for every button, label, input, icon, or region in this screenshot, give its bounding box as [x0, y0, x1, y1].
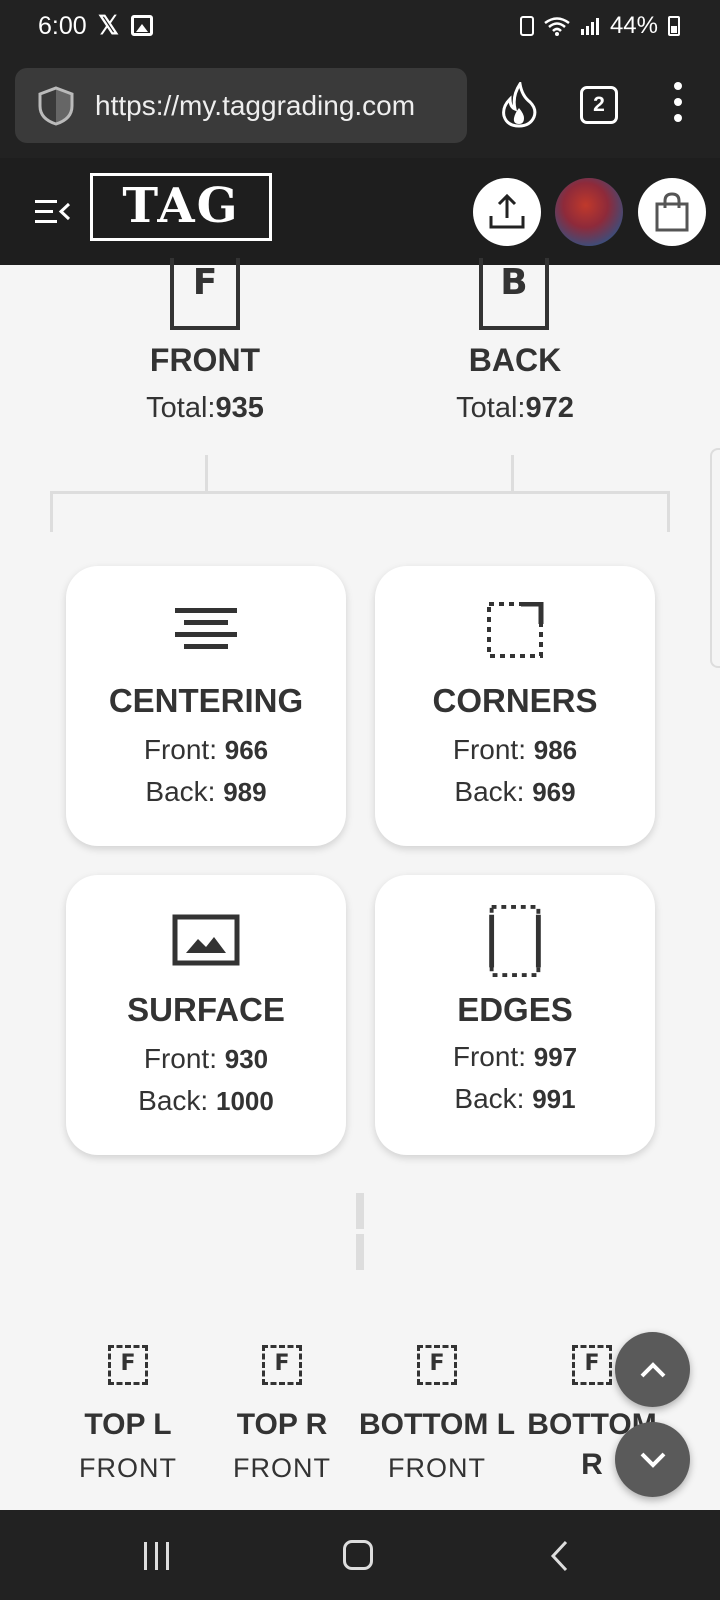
divider-bar: [356, 1234, 364, 1270]
url-text[interactable]: https://my.taggrading.com: [95, 90, 460, 122]
scroll-up-button[interactable]: [615, 1332, 690, 1407]
chevron-up-icon: [640, 1362, 666, 1378]
centering-card[interactable]: CENTERING Front: 966 Back: 989: [66, 566, 346, 846]
menu-collapse-icon[interactable]: [35, 198, 71, 226]
back-icon[interactable]: [550, 1540, 570, 1572]
fire-icon[interactable]: [500, 82, 538, 128]
x-app-icon: 𝕏: [98, 10, 119, 40]
front-total-value: 935: [215, 392, 264, 424]
front-corner-icon: F: [262, 1345, 302, 1385]
tag-logo[interactable]: TAG: [90, 173, 272, 241]
front-total-label: Total:: [146, 392, 216, 424]
connector-line: [50, 491, 670, 494]
front-title: FRONT: [149, 342, 261, 378]
position-side: FRONT: [233, 1453, 331, 1483]
signal-icon: [580, 18, 599, 35]
centering-front-value: 966: [224, 735, 269, 765]
battery-percent: 44%: [609, 12, 658, 39]
centering-icon: [175, 608, 237, 649]
surface-card[interactable]: SURFACE Front: 930 Back: 1000: [66, 875, 346, 1155]
centering-back-value: 989: [223, 777, 267, 807]
position-side: FRONT: [388, 1453, 486, 1483]
address-bar[interactable]: https://my.taggrading.com: [15, 68, 467, 143]
front-total: Total:935: [85, 392, 325, 425]
shopping-bag-button[interactable]: [638, 178, 706, 246]
battery-saver-icon: [519, 16, 534, 36]
shopping-bag-icon: [655, 192, 689, 232]
connector-line: [205, 455, 208, 491]
browser-toolbar: https://my.taggrading.com 2: [0, 56, 720, 158]
surface-back-value: 1000: [215, 1086, 274, 1116]
scroll-down-button[interactable]: [615, 1422, 690, 1497]
edges-front: Front: 997: [375, 1041, 655, 1073]
upload-icon: [489, 193, 525, 229]
position-top-left[interactable]: F TOP L FRONT: [48, 1345, 208, 1484]
upload-button[interactable]: [473, 178, 541, 246]
connector-line: [50, 491, 53, 532]
shield-icon: [38, 86, 74, 126]
centering-back: Back: 989: [66, 776, 346, 808]
centering-front: Front: 966: [66, 734, 346, 766]
corners-icon: [487, 602, 544, 658]
front-label: Front:: [452, 734, 526, 765]
position-title: BOTTOM L: [358, 1408, 516, 1441]
position-bottom-left[interactable]: F BOTTOM L FRONT: [357, 1345, 517, 1484]
home-icon[interactable]: [343, 1540, 373, 1570]
corners-card[interactable]: CORNERS Front: 986 Back: 969: [375, 566, 655, 846]
position-title: TOP R: [236, 1408, 328, 1441]
gallery-icon: [131, 15, 153, 36]
front-corner-icon: F: [572, 1345, 612, 1385]
connector-line: [511, 455, 514, 491]
avatar[interactable]: [555, 178, 623, 246]
position-side: FRONT: [79, 1453, 177, 1483]
site-header: TAG: [0, 158, 720, 265]
front-corner-icon: F: [108, 1345, 148, 1385]
corners-front-value: 986: [533, 735, 578, 765]
surface-front: Front: 930: [66, 1043, 346, 1075]
back-total: Total:972: [395, 392, 635, 425]
surface-back: Back: 1000: [66, 1085, 346, 1117]
edges-title: EDGES: [457, 991, 573, 1028]
corners-back-value: 969: [532, 777, 576, 807]
image-surface-icon: [172, 914, 240, 966]
wifi-icon: [544, 17, 570, 36]
back-side-icon: B: [479, 258, 549, 330]
surface-front-value: 930: [224, 1044, 269, 1074]
system-nav-bar: [0, 1510, 720, 1600]
connector-line: [667, 491, 670, 532]
front-label: Front:: [143, 734, 217, 765]
edges-icon: [489, 905, 541, 978]
back-label: Back:: [138, 1085, 209, 1116]
corners-front: Front: 986: [375, 734, 655, 766]
clock: 6:00: [38, 12, 87, 40]
divider-bar: [356, 1193, 364, 1229]
front-side-icon: F: [170, 258, 240, 330]
position-title: TOP L: [84, 1408, 172, 1441]
edges-back-value: 991: [532, 1084, 576, 1114]
back-label: Back:: [454, 1083, 525, 1114]
chevron-down-icon: [640, 1452, 666, 1468]
back-total-label: Total:: [456, 392, 526, 424]
edges-card[interactable]: EDGES Front: 997 Back: 991: [375, 875, 655, 1155]
front-corner-icon: F: [417, 1345, 457, 1385]
edges-back: Back: 991: [375, 1083, 655, 1115]
back-label: Back:: [454, 776, 525, 807]
battery-icon: [668, 16, 680, 36]
position-top-right[interactable]: F TOP R FRONT: [202, 1345, 362, 1484]
side-scroll-handle[interactable]: [710, 448, 720, 668]
back-label: Back:: [145, 776, 216, 807]
overflow-menu-icon[interactable]: [670, 82, 686, 128]
status-bar: 6:00 𝕏 44%: [0, 0, 720, 56]
surface-title: SURFACE: [127, 991, 285, 1028]
edges-front-value: 997: [533, 1042, 578, 1072]
back-title: BACK: [468, 342, 562, 378]
centering-title: CENTERING: [108, 682, 304, 719]
corners-back: Back: 969: [375, 776, 655, 808]
front-label: Front:: [452, 1041, 526, 1072]
corners-title: CORNERS: [432, 682, 598, 719]
tab-count-button[interactable]: 2: [580, 86, 618, 124]
front-label: Front:: [143, 1043, 217, 1074]
recents-icon[interactable]: [142, 1542, 172, 1570]
back-total-value: 972: [525, 392, 574, 424]
